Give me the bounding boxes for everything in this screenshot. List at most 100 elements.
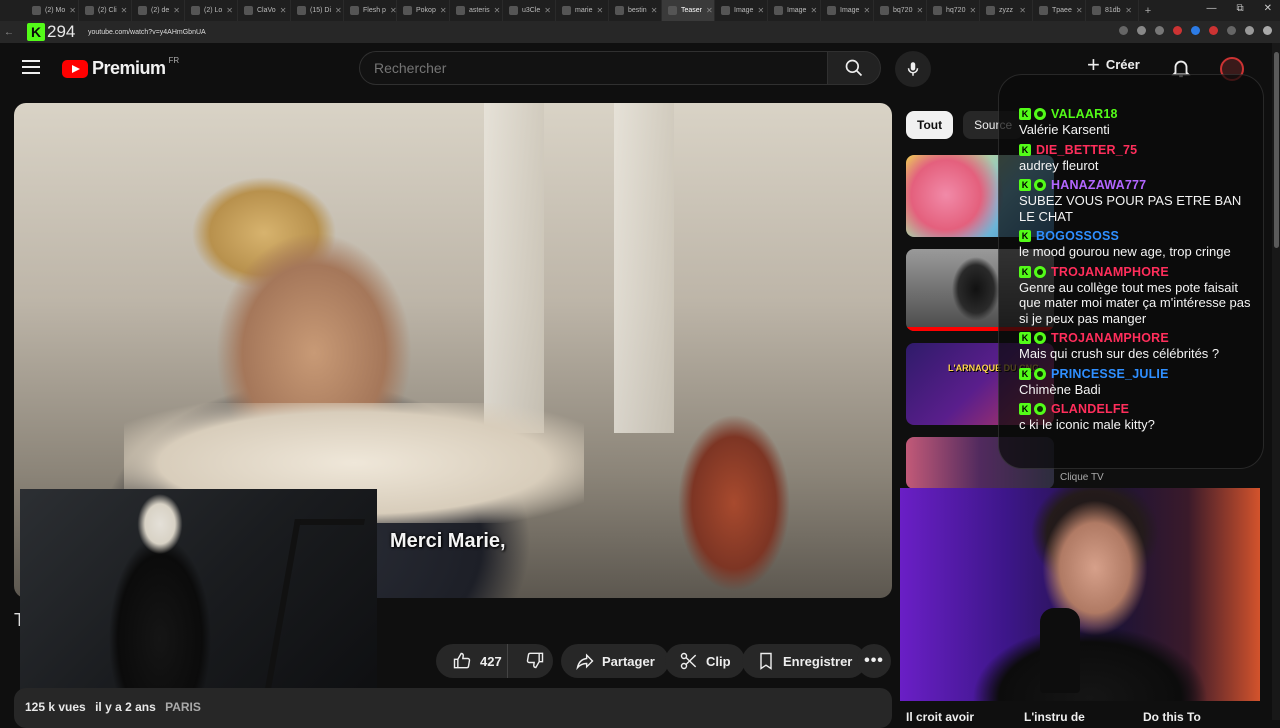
extension-icon[interactable] (1137, 26, 1146, 35)
browser-tab[interactable]: (15) Di ✕ (291, 0, 344, 21)
filter-chip[interactable]: Tout (906, 111, 954, 139)
close-tab-icon[interactable]: ✕ (1019, 6, 1026, 15)
save-button[interactable]: Enregistrer (742, 644, 867, 678)
chat-username[interactable]: HANAZAWA777 (1051, 178, 1146, 192)
close-tab-icon[interactable]: ✕ (494, 6, 501, 15)
chat-username[interactable]: VALAAR18 (1051, 107, 1118, 121)
more-actions-button[interactable]: ••• (857, 644, 891, 678)
recommended-video-title[interactable]: Il croit avoir (906, 710, 974, 724)
close-tab-icon[interactable]: ✕ (440, 6, 447, 15)
close-tab-icon[interactable]: ✕ (597, 6, 604, 15)
browser-tab[interactable]: Image ✕ (821, 0, 874, 21)
close-tab-icon[interactable]: ✕ (121, 6, 128, 15)
url-field[interactable]: youtube.com/watch?v=y4AHmGbnUA (88, 29, 206, 36)
extension-icon[interactable] (1209, 26, 1218, 35)
search-button[interactable] (827, 51, 881, 85)
create-button[interactable]: + Créer (1087, 53, 1140, 75)
browser-tab[interactable]: (2) Lo ✕ (185, 0, 238, 21)
maximize-button[interactable]: ⧉ (1236, 3, 1243, 14)
favicon-icon (721, 6, 730, 15)
close-tab-icon[interactable]: ✕ (1076, 6, 1083, 15)
close-tab-icon[interactable]: ✕ (1125, 6, 1132, 15)
browser-tab[interactable]: (2) de ✕ (132, 0, 185, 21)
favicon-icon (880, 6, 889, 15)
close-tab-icon[interactable]: ✕ (969, 6, 976, 15)
browser-tab[interactable]: (2) Mo ✕ (26, 0, 79, 21)
recommended-video-title[interactable]: L'instru de (1024, 710, 1085, 724)
browser-tab[interactable]: Flesh p ✕ (344, 0, 397, 21)
browser-tab[interactable]: marie ✕ (556, 0, 609, 21)
like-button[interactable]: 427 (436, 644, 508, 678)
video-description[interactable]: 125 k vues il y a 2 ans PARIS (14, 688, 892, 728)
clip-button[interactable]: Clip (665, 644, 745, 678)
close-tab-icon[interactable]: ✕ (863, 6, 870, 15)
chat-username[interactable]: GLANDELFE (1051, 402, 1129, 416)
browser-tab[interactable]: ClaVo ✕ (238, 0, 291, 21)
webcam-person (105, 489, 215, 699)
kebab-menu-icon[interactable] (1263, 26, 1272, 35)
browser-tab[interactable]: Image ✕ (768, 0, 821, 21)
profile-icon[interactable] (1245, 26, 1254, 35)
extension-icon[interactable] (1191, 26, 1200, 35)
search-input[interactable] (359, 51, 827, 85)
close-tab-icon[interactable]: ✕ (544, 6, 551, 15)
tab-label: marie (575, 7, 593, 14)
favicon-icon (774, 6, 783, 15)
browser-tab[interactable]: Teaser ✕ (662, 0, 715, 21)
close-tab-icon[interactable]: ✕ (390, 6, 396, 15)
browser-tab[interactable]: bq720 ✕ (874, 0, 927, 21)
favicon-icon (350, 6, 359, 15)
chat-username[interactable]: TROJANAMPHORE (1051, 265, 1169, 279)
kick-badge-icon: K (1019, 230, 1031, 242)
close-tab-icon[interactable]: ✕ (226, 6, 233, 15)
location-tag[interactable]: PARIS (165, 700, 201, 714)
close-tab-icon[interactable]: ✕ (280, 6, 287, 15)
browser-tab[interactable]: 81db ✕ (1086, 0, 1139, 21)
share-button[interactable]: Partager (561, 644, 669, 678)
recommended-video-title[interactable]: Do this To (1143, 710, 1201, 724)
dislike-button[interactable] (515, 650, 545, 673)
close-tab-icon[interactable]: ✕ (335, 6, 342, 15)
browser-tab[interactable]: hq720 ✕ (927, 0, 980, 21)
kick-badge-icon: K (1019, 108, 1031, 120)
close-tab-icon[interactable]: ✕ (706, 6, 713, 15)
close-tab-icon[interactable]: ✕ (173, 6, 180, 15)
extension-icon[interactable] (1119, 26, 1128, 35)
hamburger-menu-icon[interactable] (22, 60, 40, 74)
favicon-icon (1092, 6, 1101, 15)
close-tab-icon[interactable]: ✕ (757, 6, 764, 15)
back-icon[interactable]: ← (0, 27, 18, 38)
chat-username[interactable]: TROJANAMPHORE (1051, 331, 1169, 345)
new-tab-button[interactable]: + (1139, 5, 1157, 17)
browser-tab[interactable]: bestin ✕ (609, 0, 662, 21)
scrollbar-thumb[interactable] (1274, 52, 1279, 248)
create-label: Créer (1105, 57, 1140, 72)
voice-search-button[interactable] (895, 51, 931, 87)
subscriber-badge-icon (1034, 332, 1046, 344)
region-code: FR (168, 56, 180, 65)
extension-icon[interactable] (1173, 26, 1182, 35)
browser-tab[interactable]: (2) Cli ✕ (79, 0, 132, 21)
puzzle-icon[interactable] (1227, 26, 1236, 35)
youtube-premium-logo[interactable]: Premium FR (62, 56, 180, 79)
chat-message-text: Valérie Karsenti (1019, 122, 1110, 137)
browser-tab[interactable]: u3Cle ✕ (503, 0, 556, 21)
close-tab-icon[interactable]: ✕ (916, 6, 923, 15)
chat-username[interactable]: PRINCESSE_JULIE (1051, 367, 1169, 381)
minimize-button[interactable]: — (1206, 3, 1216, 14)
bookmark-star-icon[interactable] (1155, 26, 1164, 35)
kick-badge-icon: K (1019, 332, 1031, 344)
kick-logo-icon: K (27, 23, 45, 41)
close-tab-icon[interactable]: ✕ (651, 6, 658, 15)
chat-username[interactable]: BOGOSSOSS (1036, 229, 1119, 243)
close-tab-icon[interactable]: ✕ (810, 6, 817, 15)
chat-username[interactable]: DIE_BETTER_75 (1036, 143, 1137, 157)
browser-tab[interactable]: Image ✕ (715, 0, 768, 21)
browser-tab[interactable]: Tpaee ✕ (1033, 0, 1086, 21)
close-window-button[interactable]: ✕ (1264, 3, 1272, 14)
close-tab-icon[interactable]: ✕ (69, 6, 76, 15)
browser-tab[interactable]: Pokop ✕ (397, 0, 450, 21)
browser-tab[interactable]: asteris ✕ (450, 0, 503, 21)
channel-name[interactable]: Clique TV (1060, 472, 1104, 483)
browser-tab[interactable]: zyzz ✕ (980, 0, 1033, 21)
